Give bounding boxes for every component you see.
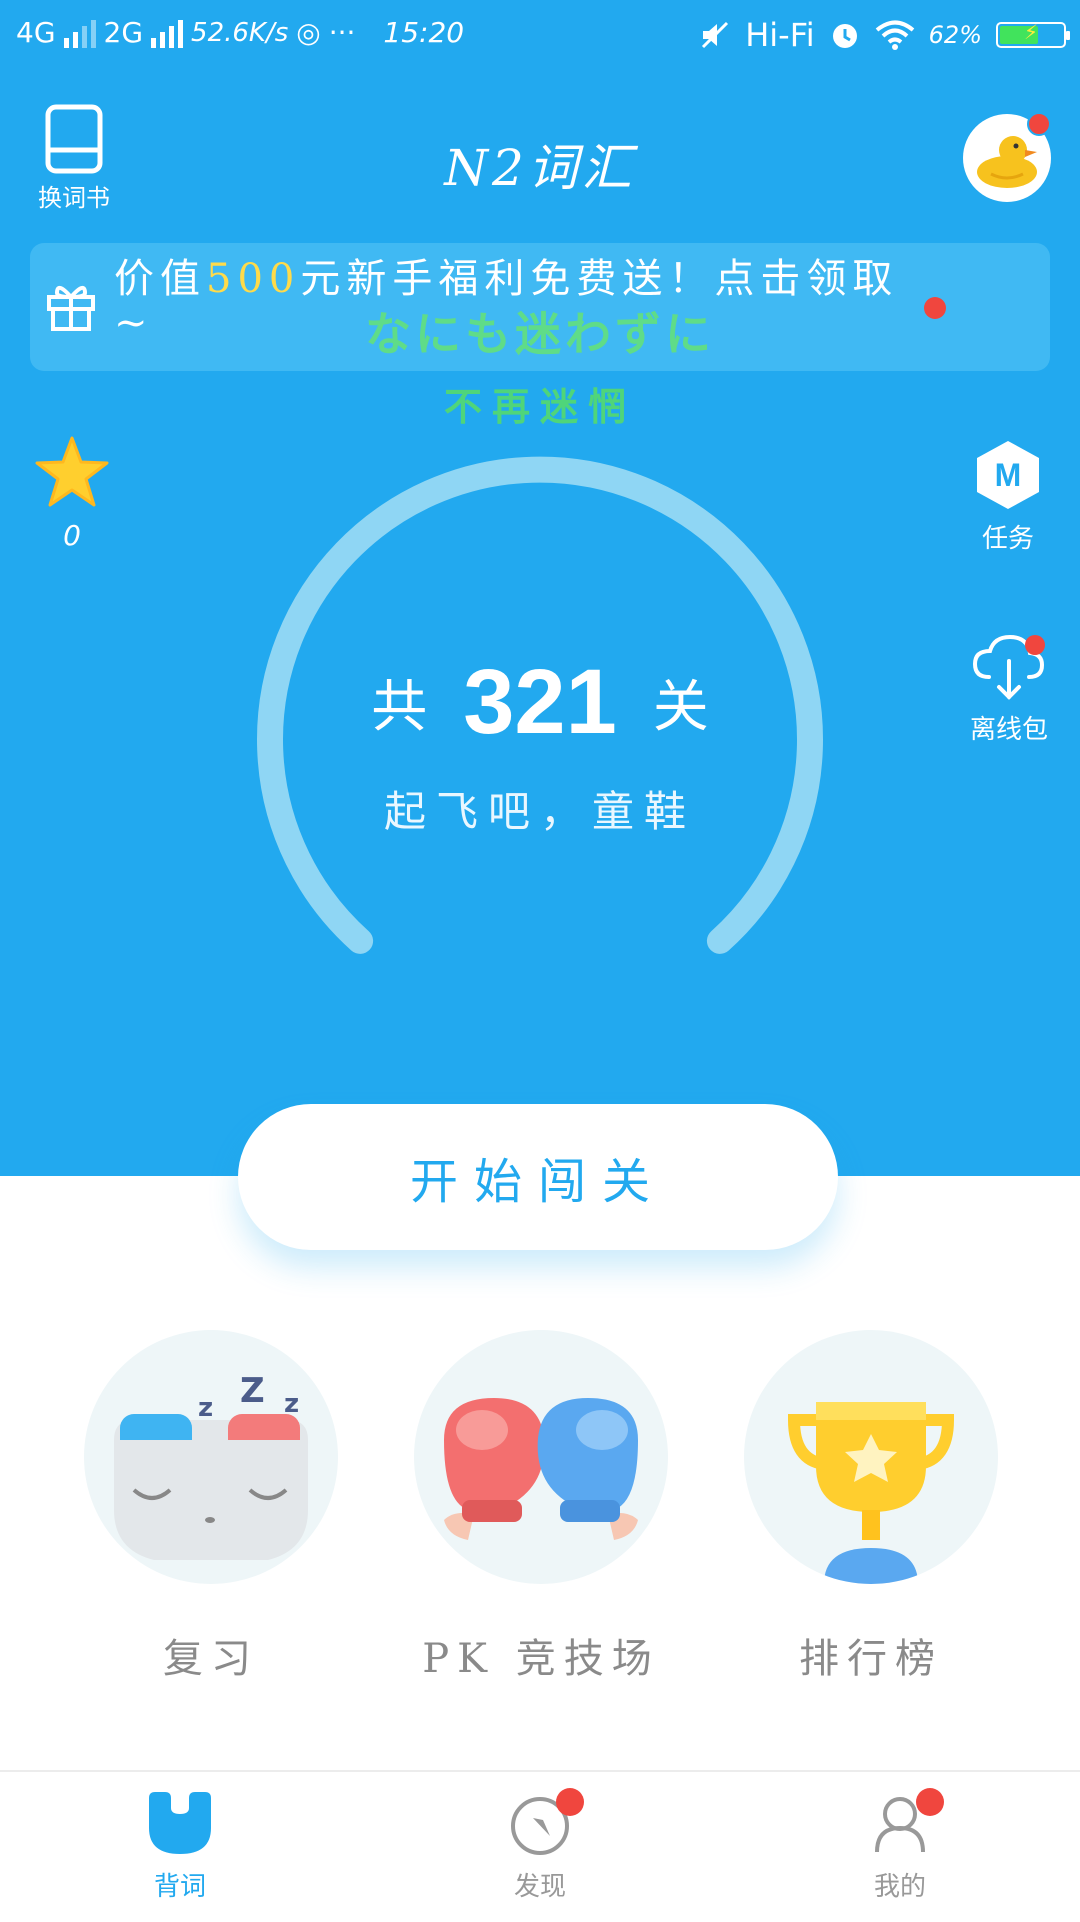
svg-text:z: z — [198, 1393, 213, 1423]
status-bar: 4G 2G 52.6K/s ◎ ··· 15:20 Hi-Fi 62% ⚡ — [0, 0, 1080, 78]
feature-leaderboard-label: 排行榜 — [799, 1636, 943, 1682]
boxing-gloves-icon — [444, 1398, 638, 1540]
network-type-1: 4G — [16, 16, 56, 49]
level-total-suffix: 关 — [652, 675, 709, 740]
network-type-2: 2G — [103, 16, 144, 49]
more-dots-icon: ··· — [328, 16, 356, 49]
trophy-icon — [787, 1402, 955, 1584]
page-title: N2词汇 — [444, 139, 636, 197]
overlay-caption-japanese: なにも迷わずに — [365, 307, 715, 361]
task-icon: M — [977, 441, 1039, 509]
hifi-label: Hi-Fi — [745, 16, 815, 54]
clock: 15:20 — [383, 16, 465, 49]
task-label: 任务 — [981, 524, 1034, 554]
tab-discover[interactable]: 发现 — [470, 1788, 610, 1903]
avatar[interactable] — [963, 112, 1051, 202]
level-total-prefix: 共 — [371, 675, 428, 740]
notification-dot — [1027, 112, 1051, 136]
feature-pk-arena[interactable]: PK 竞技场 — [414, 1330, 668, 1684]
status-right: Hi-Fi 62% ⚡ — [699, 16, 1070, 54]
level-total-count: 321 — [463, 651, 617, 753]
level-total: 共 321 关 — [0, 650, 1080, 755]
task-badge-letter: M — [995, 457, 1022, 493]
charging-icon: ⚡ — [1023, 20, 1039, 44]
battery-icon: ⚡ — [996, 20, 1070, 48]
star-counter[interactable]: 0 — [30, 435, 114, 552]
feature-pk-label: PK 竞技场 — [422, 1636, 660, 1682]
weibo-icon: ◎ — [296, 16, 321, 49]
network-speed: 52.6K/s — [191, 17, 289, 48]
review-tile: z Z z — [84, 1330, 338, 1584]
battery-percent: 62% — [928, 21, 982, 49]
status-left: 4G 2G 52.6K/s ◎ ··· 15:20 — [16, 16, 464, 49]
tab-mine-label: 我的 — [873, 1872, 926, 1902]
svg-text:z: z — [284, 1389, 299, 1419]
svg-text:Z: Z — [240, 1371, 265, 1411]
star-icon — [35, 436, 109, 507]
study-icon — [149, 1792, 211, 1854]
star-count: 0 — [63, 519, 81, 552]
slogan: 起飞吧，童鞋 — [383, 787, 696, 836]
tab-discover-label: 发现 — [513, 1872, 566, 1902]
alarm-icon — [832, 24, 857, 48]
start-challenge-button[interactable]: 开始闯关 — [238, 1104, 838, 1250]
tab-mine[interactable]: 我的 — [830, 1788, 970, 1903]
sleeping-face-icon: z Z z — [114, 1371, 308, 1560]
task-button[interactable]: M 任务 — [960, 438, 1056, 555]
notification-dot — [556, 1788, 584, 1816]
signal-icon — [63, 18, 96, 48]
tab-study[interactable]: 背词 — [110, 1790, 250, 1903]
signal-icon — [151, 18, 184, 48]
feature-leaderboard[interactable]: 排行榜 — [744, 1330, 998, 1684]
bottom-tab-bar: 背词 发现 我的 — [0, 1770, 1080, 1922]
notification-dot — [916, 1788, 944, 1816]
pk-tile — [414, 1330, 668, 1584]
mute-icon — [702, 21, 729, 49]
tab-study-label: 背词 — [153, 1872, 206, 1902]
feature-review-label: 复习 — [163, 1636, 259, 1682]
leaderboard-tile — [744, 1330, 998, 1584]
wifi-icon — [875, 20, 914, 50]
feature-review[interactable]: z Z z 复习 — [84, 1330, 338, 1684]
overlay-caption-chinese: 不再迷惘 — [443, 384, 636, 429]
